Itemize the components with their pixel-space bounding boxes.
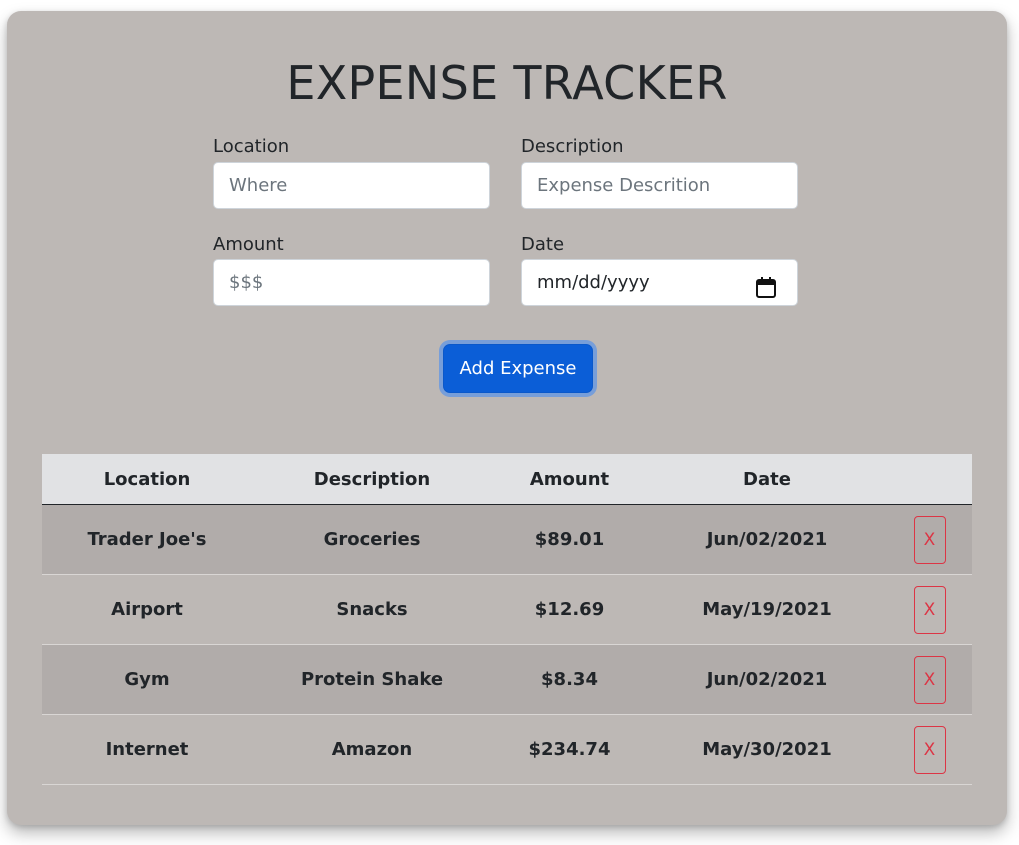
location-input[interactable] bbox=[213, 162, 490, 209]
date-label: Date bbox=[521, 234, 565, 255]
cell-description: Groceries bbox=[323, 529, 421, 550]
description-input[interactable] bbox=[521, 162, 798, 209]
delete-expense-button[interactable]: X bbox=[913, 585, 946, 634]
cell-amount: $89.01 bbox=[534, 529, 605, 550]
cell-date: Jun/02/2021 bbox=[706, 529, 828, 550]
table-row: Internet Amazon $234.74 May/30/2021 X bbox=[42, 715, 972, 785]
cell-date: Jun/02/2021 bbox=[706, 669, 828, 690]
cell-location: Internet bbox=[105, 739, 189, 760]
cell-description: Snacks bbox=[336, 599, 408, 620]
delete-expense-button[interactable]: X bbox=[913, 725, 946, 774]
table-row: Gym Protein Shake $8.34 Jun/02/2021 X bbox=[42, 645, 972, 715]
amount-input[interactable] bbox=[213, 259, 490, 306]
description-label: Description bbox=[521, 136, 624, 157]
calendar-icon[interactable] bbox=[755, 271, 777, 298]
cell-description: Protein Shake bbox=[300, 669, 444, 690]
table-header: Location Description Amount Date bbox=[42, 454, 972, 505]
date-input[interactable]: mm/dd/yyyy bbox=[521, 259, 798, 306]
add-expense-button[interactable]: Add Expense bbox=[443, 344, 593, 393]
cell-location: Airport bbox=[111, 599, 183, 620]
cell-actions: X bbox=[887, 505, 972, 574]
cell-location: Trader Joe's bbox=[87, 529, 207, 550]
delete-expense-button[interactable]: X bbox=[913, 515, 946, 564]
amount-label: Amount bbox=[213, 234, 284, 255]
header-actions bbox=[887, 454, 972, 504]
cell-date: May/19/2021 bbox=[702, 599, 832, 620]
table-row: Trader Joe's Groceries $89.01 Jun/02/202… bbox=[42, 505, 972, 575]
cell-date: May/30/2021 bbox=[702, 739, 832, 760]
cell-actions: X bbox=[887, 645, 972, 714]
page-title: EXPENSE TRACKER bbox=[286, 56, 728, 110]
header-description: Description bbox=[313, 468, 431, 490]
cell-actions: X bbox=[887, 575, 972, 644]
delete-expense-button[interactable]: X bbox=[913, 655, 946, 704]
cell-amount: $234.74 bbox=[528, 739, 611, 760]
expense-tracker-card: EXPENSE TRACKER Location Description Amo… bbox=[7, 11, 1007, 825]
table-row: Airport Snacks $12.69 May/19/2021 X bbox=[42, 575, 972, 645]
expenses-table: Location Description Amount Date Trader … bbox=[42, 454, 972, 785]
header-amount: Amount bbox=[529, 468, 610, 490]
location-label: Location bbox=[213, 136, 290, 157]
cell-actions: X bbox=[887, 715, 972, 784]
cell-amount: $8.34 bbox=[541, 669, 598, 690]
header-date: Date bbox=[743, 468, 791, 490]
cell-location: Gym bbox=[124, 669, 170, 690]
header-location: Location bbox=[103, 468, 191, 490]
cell-description: Amazon bbox=[331, 739, 413, 760]
date-placeholder: mm/dd/yyyy bbox=[537, 272, 650, 293]
cell-amount: $12.69 bbox=[534, 599, 605, 620]
